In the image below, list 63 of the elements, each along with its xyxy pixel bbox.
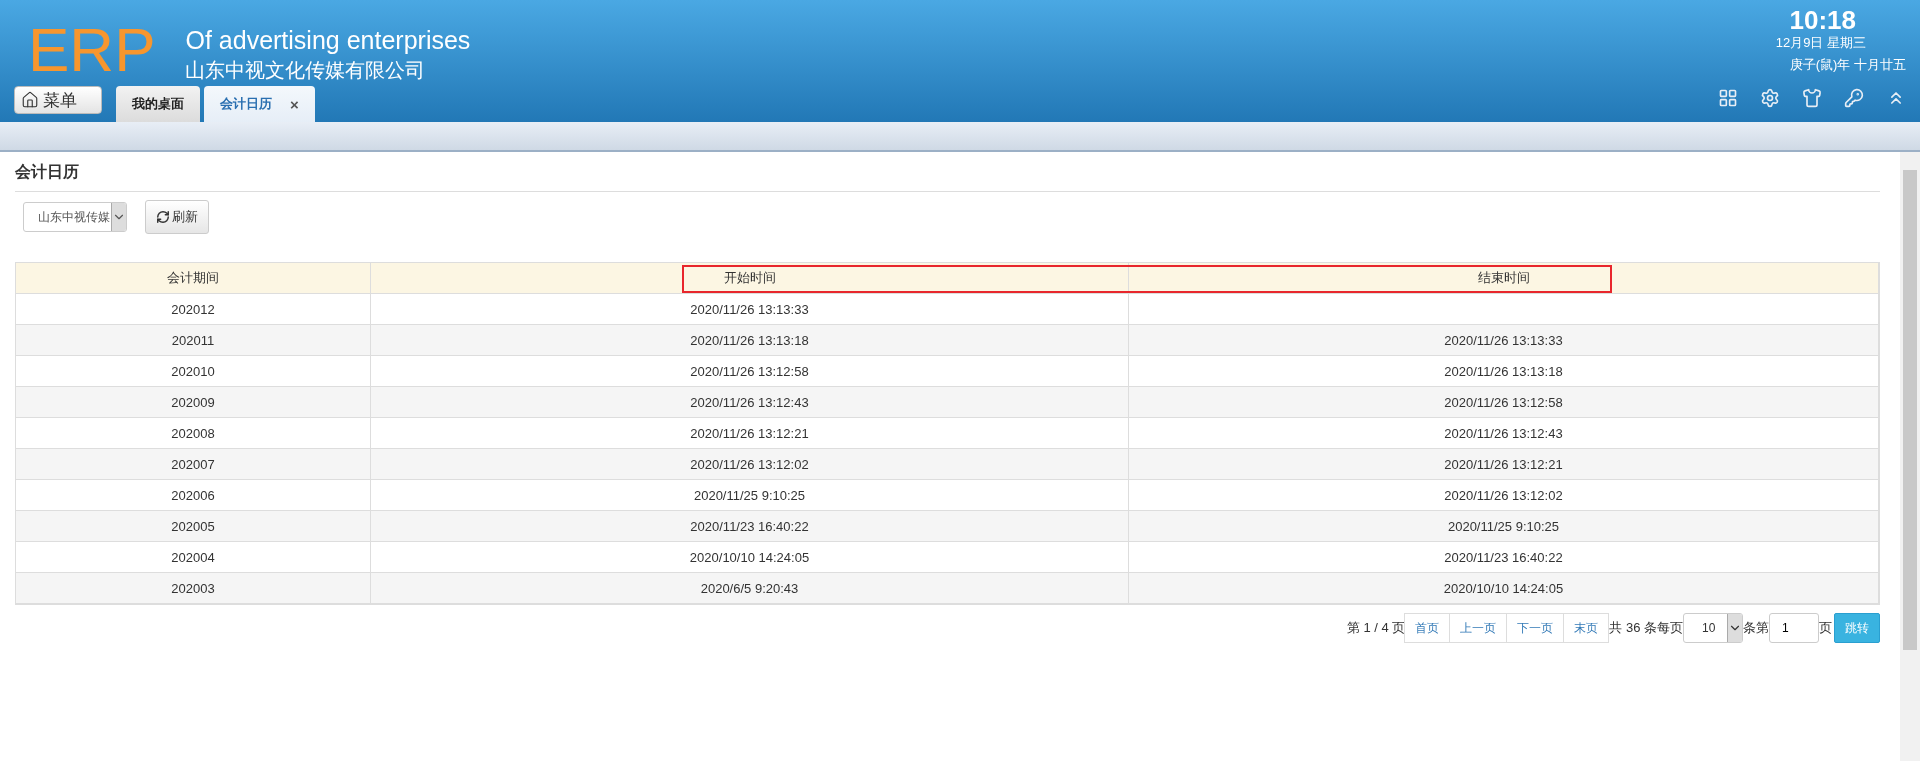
page-button[interactable]: 下一页 [1506,613,1565,643]
page-title: 会计日历 [15,152,1880,192]
refresh-button[interactable]: 刷新 [145,200,209,234]
table-cell: 2020/11/26 13:12:43 [1129,418,1879,449]
page-button[interactable]: 末页 [1563,613,1610,643]
table-cell: 202008 [16,418,371,449]
table-cell: 2020/11/26 13:12:21 [1129,449,1879,480]
scrollbar[interactable] [1900,152,1920,761]
close-icon[interactable]: × [290,95,299,113]
table-cell: 2020/11/25 9:10:25 [1129,511,1879,542]
page-info: 第 1 / 4 页 [1346,619,1406,637]
scroll-thumb[interactable] [1903,170,1917,650]
tab[interactable]: 会计日历 × [204,86,315,122]
company-select[interactable]: 山东中视传媒 [23,202,127,232]
total-text: 共 36 条每页 [1609,619,1683,637]
table-cell: 202005 [16,511,371,542]
menu-button[interactable]: 菜单 [14,86,102,114]
grid-add-icon[interactable] [1718,88,1738,108]
table-cell: 2020/11/23 16:40:22 [1129,542,1879,573]
table-cell: 2020/11/26 13:13:33 [1129,325,1879,356]
key-icon[interactable] [1844,88,1864,108]
tab[interactable]: 我的桌面 [116,86,200,122]
table-cell: 2020/11/26 13:12:21 [371,418,1129,449]
table-cell: 2020/11/26 13:13:18 [371,325,1129,356]
table-cell: 202009 [16,387,371,418]
column-header: 会计期间 [16,263,371,294]
page-button[interactable]: 上一页 [1449,613,1508,643]
date-text: 12月9日 星期三 [1775,34,1867,52]
table-cell: 202003 [16,573,371,604]
table-cell: 202012 [16,294,371,325]
column-header: 结束时间 [1129,263,1879,294]
page-label: 页 [1819,619,1832,637]
column-header: 开始时间 [371,263,1129,294]
settings-icon[interactable] [1760,88,1780,108]
table-cell: 2020/10/10 14:24:05 [371,542,1129,573]
table-cell: 202010 [16,356,371,387]
table-cell: 2020/10/10 14:24:05 [1129,573,1879,604]
logo: ERP [28,14,156,86]
shirt-icon[interactable] [1802,88,1822,108]
app-subtitle: Of advertising enterprises [185,25,471,56]
home-icon [21,91,39,109]
page-input[interactable]: 1 [1769,613,1819,643]
table-cell: 202007 [16,449,371,480]
table-cell: 2020/11/26 13:12:58 [371,356,1129,387]
table-cell: 202006 [16,480,371,511]
table-cell: 2020/11/25 9:10:25 [371,480,1129,511]
table-cell: 2020/11/26 13:12:02 [1129,480,1879,511]
table-cell: 2020/6/5 9:20:43 [371,573,1129,604]
table-cell: 2020/11/26 13:12:02 [371,449,1129,480]
table-cell: 2020/11/26 13:12:58 [1129,387,1879,418]
page-size-select[interactable]: 10 [1683,613,1743,643]
table-cell: 202011 [16,325,371,356]
lunar-date: 庚子(鼠)年 十月廿五 [1789,56,1906,74]
table-cell: 2020/11/26 13:13:18 [1129,356,1879,387]
table-cell: 2020/11/26 13:13:33 [371,294,1129,325]
company-name: 山东中视文化传媒有限公司 [185,58,427,83]
clock-time: 10:18 [1789,6,1857,34]
goto-label: 条第 [1743,619,1769,637]
table-cell: 2020/11/23 16:40:22 [371,511,1129,542]
refresh-icon [156,210,170,224]
page-button[interactable]: 首页 [1404,613,1451,643]
table-cell: 202004 [16,542,371,573]
table-cell: 2020/11/26 13:12:43 [371,387,1129,418]
